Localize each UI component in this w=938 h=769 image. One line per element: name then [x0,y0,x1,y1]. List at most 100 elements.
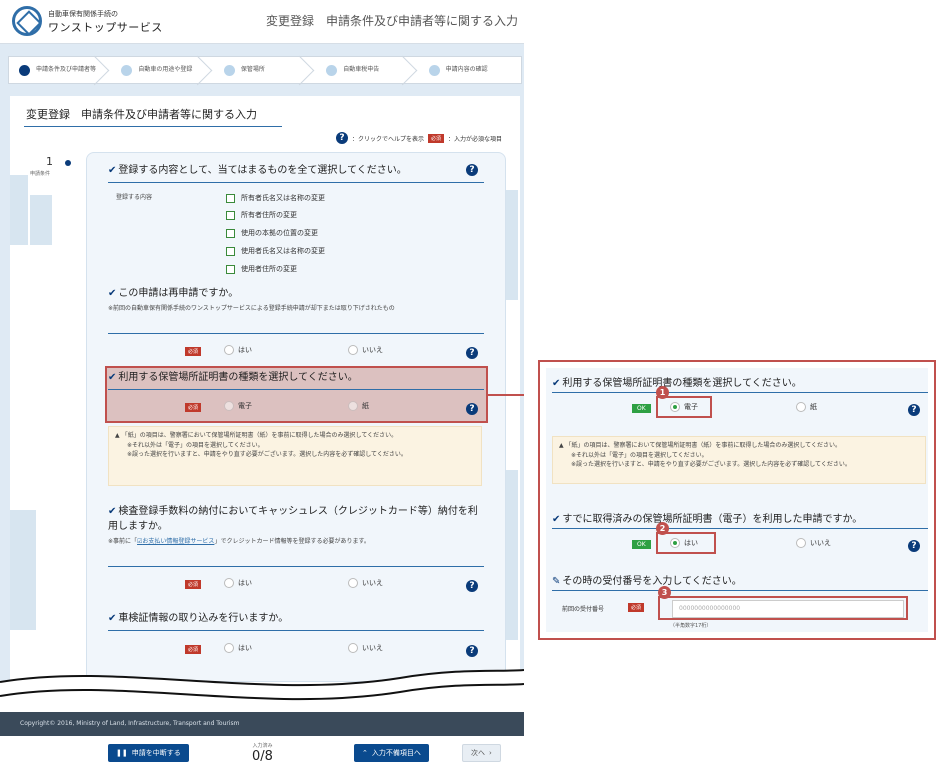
q4-title: ✔ 検査登録手数料の納付においてキャッシュレス（クレジットカード等）納付を利用しま… [108,505,484,534]
q2-yes-radio[interactable]: はい [224,345,252,355]
legend: ? ：クリックでヘルプを表示 必須 ：入力が必須な項目 [335,132,502,144]
required-badge: 必須 [427,133,444,143]
q1-option-1[interactable]: 所有者氏名又は名称の変更 [226,193,325,203]
suspend-button[interactable]: ❚❚ 申請を中断する [108,744,189,762]
section-number: 1 [46,155,53,168]
help-icon[interactable]: ? [466,347,478,359]
page-title: 変更登録 申請条件及び申請者等に関する入力 [265,14,518,28]
progress-counter: 入力済み 0/8 [252,742,273,764]
pause-icon: ❚❚ [116,749,128,757]
required-badge: 必須 [185,645,202,654]
checkbox[interactable] [226,264,235,274]
footer: Copyright© 2016, Ministry of Land, Infra… [0,712,524,736]
step-label: 申請条件及び申請者等 [36,65,97,73]
radio-label: いいえ [810,539,831,547]
help-icon[interactable]: ? [908,540,920,552]
option-label: 使用者氏名又は名称の変更 [241,247,325,255]
field-label: 前回の受付番号 [562,606,605,613]
q2-title-text: この申請は再申請ですか。 [118,288,239,299]
step-1[interactable]: 申請条件及び申請者等 [9,57,111,83]
q4-no-radio[interactable]: いいえ [348,578,383,588]
payment-info-link[interactable]: ☑お支払い情報登録サービス [137,538,214,545]
step-5[interactable]: 申請内容の確認 [419,57,521,83]
q4-underline [108,566,484,567]
option-label: 所有者住所の変更 [241,211,297,219]
checkbox[interactable] [226,193,235,203]
radio[interactable] [796,538,806,548]
q1-option-5[interactable]: 使用者住所の変更 [226,264,297,274]
zoom-q6-title: ✔ すでに取得済みの保管場所証明書（電子）を利用した申請ですか。 [552,510,862,525]
radio[interactable] [224,401,234,411]
q4-yes-radio[interactable]: はい [224,578,252,588]
zoom-paper-radio[interactable]: 紙 [796,402,817,412]
radio-label: 紙 [810,403,817,411]
next-button[interactable]: 次へ › [462,744,501,762]
zoom-q3-title: ✔ 利用する保管場所証明書の種類を選択してください。 [552,374,802,389]
q5-yes-radio[interactable]: はい [224,643,252,653]
step-dot-icon [326,64,338,76]
step-4[interactable]: 自動車税申告 [316,57,418,83]
radio[interactable] [796,402,806,412]
q2-no-radio[interactable]: いいえ [348,345,383,355]
incomplete-items-button[interactable]: ⌃ 入力不備項目へ [354,744,429,762]
checkbox[interactable] [226,246,235,256]
chevron-right-icon: › [489,749,492,757]
marker-2: 2 [656,522,669,535]
link-text: お支払い情報登録サービス [142,538,215,545]
city-building [30,195,52,245]
radio[interactable] [348,643,358,653]
q1-field-label: 登録する内容 [116,194,153,201]
up-arrow-icon: ⌃ [362,749,368,757]
q1-option-3[interactable]: 使用の本拠の位置の変更 [226,228,318,238]
radio[interactable] [348,345,358,355]
warning-icon: ▲ [115,432,122,439]
help-icon[interactable]: ? [908,404,920,416]
city-building [10,175,28,245]
required-badge: 必須 [628,603,645,612]
progress-value: 0/8 [252,749,273,764]
radio[interactable] [348,401,358,411]
app-header: 自動車保有関係手続の ワンストップサービス 変更登録 申請条件及び申請者等に関す… [0,0,524,44]
q5-no-radio[interactable]: いいえ [348,643,383,653]
step-dot-icon [428,64,440,76]
city-building [10,510,36,630]
section-dot-icon [65,160,71,166]
edit-icon: ✎ [552,576,561,587]
check-icon: ✔ [108,613,117,624]
help-icon[interactable]: ? [466,403,478,415]
title-text: その時の受付番号を入力してください。 [562,576,742,587]
radio[interactable] [224,345,234,355]
step-2[interactable]: 自動車の用途や登録 [111,57,213,83]
radio-label: はい [238,346,252,354]
main-page: 自動車保有関係手続の ワンストップサービス 変更登録 申請条件及び申請者等に関す… [0,0,524,769]
radio[interactable] [224,643,234,653]
option-label: 使用の本拠の位置の変更 [241,229,318,237]
progress-caption: 入力済み [252,743,273,749]
warning-line1: 「紙」の項目は、警察署において保管場所証明書（紙）を事前に取得した場合のみ選択し… [565,442,841,449]
help-icon[interactable]: ? [466,645,478,657]
step-3[interactable]: 保管場所 [214,57,316,83]
radio-label: はい [238,644,252,652]
warning-line3: ※誤った選択を行いますと、申請をやり直す必要がございます。選択した内容を必ず確認… [127,451,407,459]
q1-option-2[interactable]: 所有者住所の変更 [226,210,297,220]
q3-electronic-radio[interactable]: 電子 [224,401,252,411]
checkbox[interactable] [226,210,235,220]
required-badge: 必須 [185,580,202,589]
step-label: 自動車税申告 [343,65,380,73]
marker-1: 1 [656,386,669,399]
root: 自動車保有関係手続の ワンストップサービス 変更登録 申請条件及び申請者等に関す… [0,0,938,769]
help-icon[interactable]: ? [466,580,478,592]
required-badge: 必須 [185,403,202,412]
radio-label: いいえ [362,579,383,587]
title-underline [24,126,282,127]
radio[interactable] [348,578,358,588]
note-suffix: 」でクレジットカード情報等を登録する必要があります。 [214,538,370,545]
panel-title: 変更登録 申請条件及び申請者等に関する入力 [26,108,257,121]
zoom-no-radio[interactable]: いいえ [796,538,831,548]
checkbox[interactable] [226,228,235,238]
q3-paper-radio[interactable]: 紙 [348,401,369,411]
radio[interactable] [224,578,234,588]
help-icon[interactable]: ? [466,164,478,176]
q1-title: ✔ 登録する内容として、当てはまるものを全て選択してください。 [108,164,407,179]
q1-option-4[interactable]: 使用者氏名又は名称の変更 [226,246,325,256]
